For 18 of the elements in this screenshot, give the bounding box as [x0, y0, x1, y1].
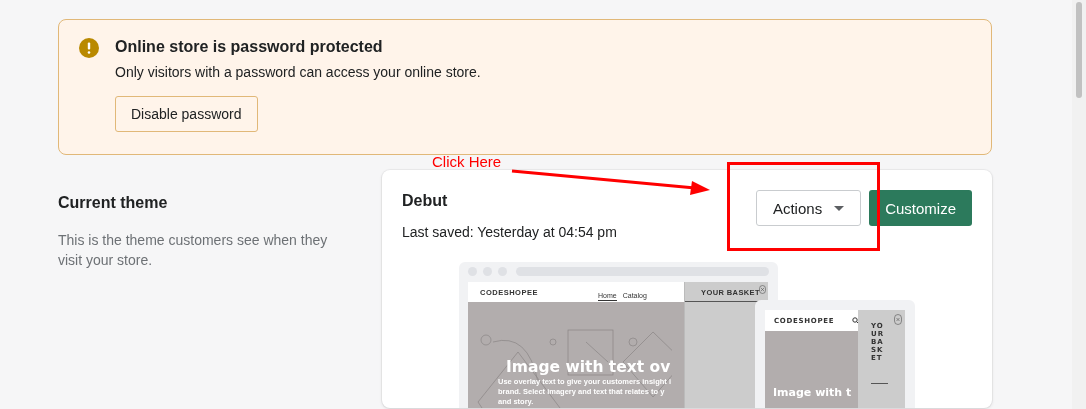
banner-title: Online store is password protected [115, 38, 384, 56]
theme-name: Debut [402, 192, 449, 210]
section-description: This is the theme customers see when they visit your store. [58, 231, 329, 270]
banner-message: Only visitors with a password can access your online store. [115, 64, 481, 80]
section-title: Current theme [58, 194, 169, 212]
hero-heading: Image with t [773, 386, 852, 399]
last-saved-text: Last saved: Yesterday at 04:54 pm [402, 224, 617, 240]
caret-icon [834, 205, 845, 211]
annotation-label: Click Here [432, 153, 502, 170]
scrollbar[interactable] [1072, 0, 1086, 409]
search-icon [852, 317, 859, 324]
hero-heading: Image with text ov [506, 358, 672, 376]
customize-button[interactable]: Customize [869, 190, 972, 226]
warning-icon [79, 38, 99, 58]
close-icon[interactable] [759, 285, 766, 294]
actions-button[interactable]: Actions [755, 190, 862, 226]
close-icon[interactable] [894, 314, 902, 325]
disable-password-button[interactable]: Disable password [115, 96, 258, 132]
